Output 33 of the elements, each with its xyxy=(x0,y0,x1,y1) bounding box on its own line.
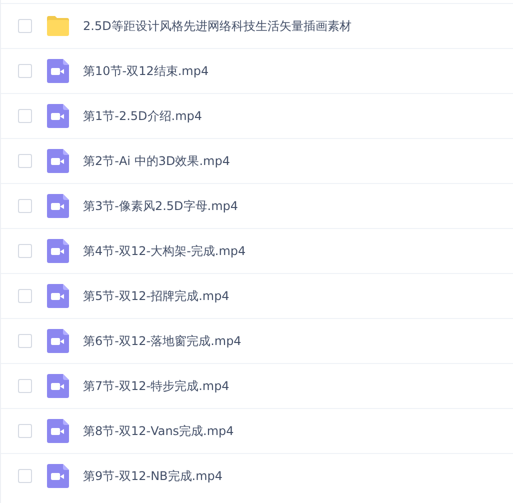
file-name[interactable]: 第2节-Ai 中的3D效果.mp4 xyxy=(83,152,230,170)
file-name[interactable]: 第1节-2.5D介绍.mp4 xyxy=(83,108,202,124)
checkbox[interactable] xyxy=(18,154,32,168)
checkbox[interactable] xyxy=(18,379,32,393)
video-file-icon xyxy=(47,464,69,488)
checkbox[interactable] xyxy=(18,109,32,123)
checkbox[interactable] xyxy=(18,244,32,258)
file-name[interactable]: 第9节-双12-NB完成.mp4 xyxy=(83,468,223,484)
checkbox[interactable] xyxy=(18,289,32,303)
video-file-icon xyxy=(47,194,69,218)
video-file-icon xyxy=(47,239,69,263)
file-name[interactable]: 第10节-双12结束.mp4 xyxy=(83,62,209,80)
file-name[interactable]: 第5节-双12-招牌完成.mp4 xyxy=(83,288,230,304)
video-file-icon xyxy=(47,374,69,398)
file-name[interactable]: 2.5D等距设计风格先进网络科技生活矢量插画素材 xyxy=(83,18,352,34)
file-name[interactable]: 第4节-双12-大构架-完成.mp4 xyxy=(83,242,246,260)
file-name[interactable]: 第8节-双12-Vans完成.mp4 xyxy=(83,422,234,440)
folder-icon xyxy=(47,14,69,38)
checkbox[interactable] xyxy=(18,424,32,438)
checkbox[interactable] xyxy=(18,64,32,78)
video-file-icon xyxy=(47,104,69,128)
file-name[interactable]: 第3节-像素风2.5D字母.mp4 xyxy=(83,198,238,214)
video-file-icon xyxy=(47,419,69,443)
video-file-icon xyxy=(47,329,69,353)
video-file-icon xyxy=(47,59,69,83)
checkbox[interactable] xyxy=(18,19,32,33)
checkbox[interactable] xyxy=(18,469,32,483)
video-file-icon xyxy=(47,284,69,308)
file-name[interactable]: 第6节-双12-落地窗完成.mp4 xyxy=(83,332,242,350)
video-file-icon xyxy=(47,149,69,173)
checkbox[interactable] xyxy=(18,334,32,348)
file-name[interactable]: 第7节-双12-特步完成.mp4 xyxy=(83,378,230,394)
checkbox[interactable] xyxy=(18,199,32,213)
